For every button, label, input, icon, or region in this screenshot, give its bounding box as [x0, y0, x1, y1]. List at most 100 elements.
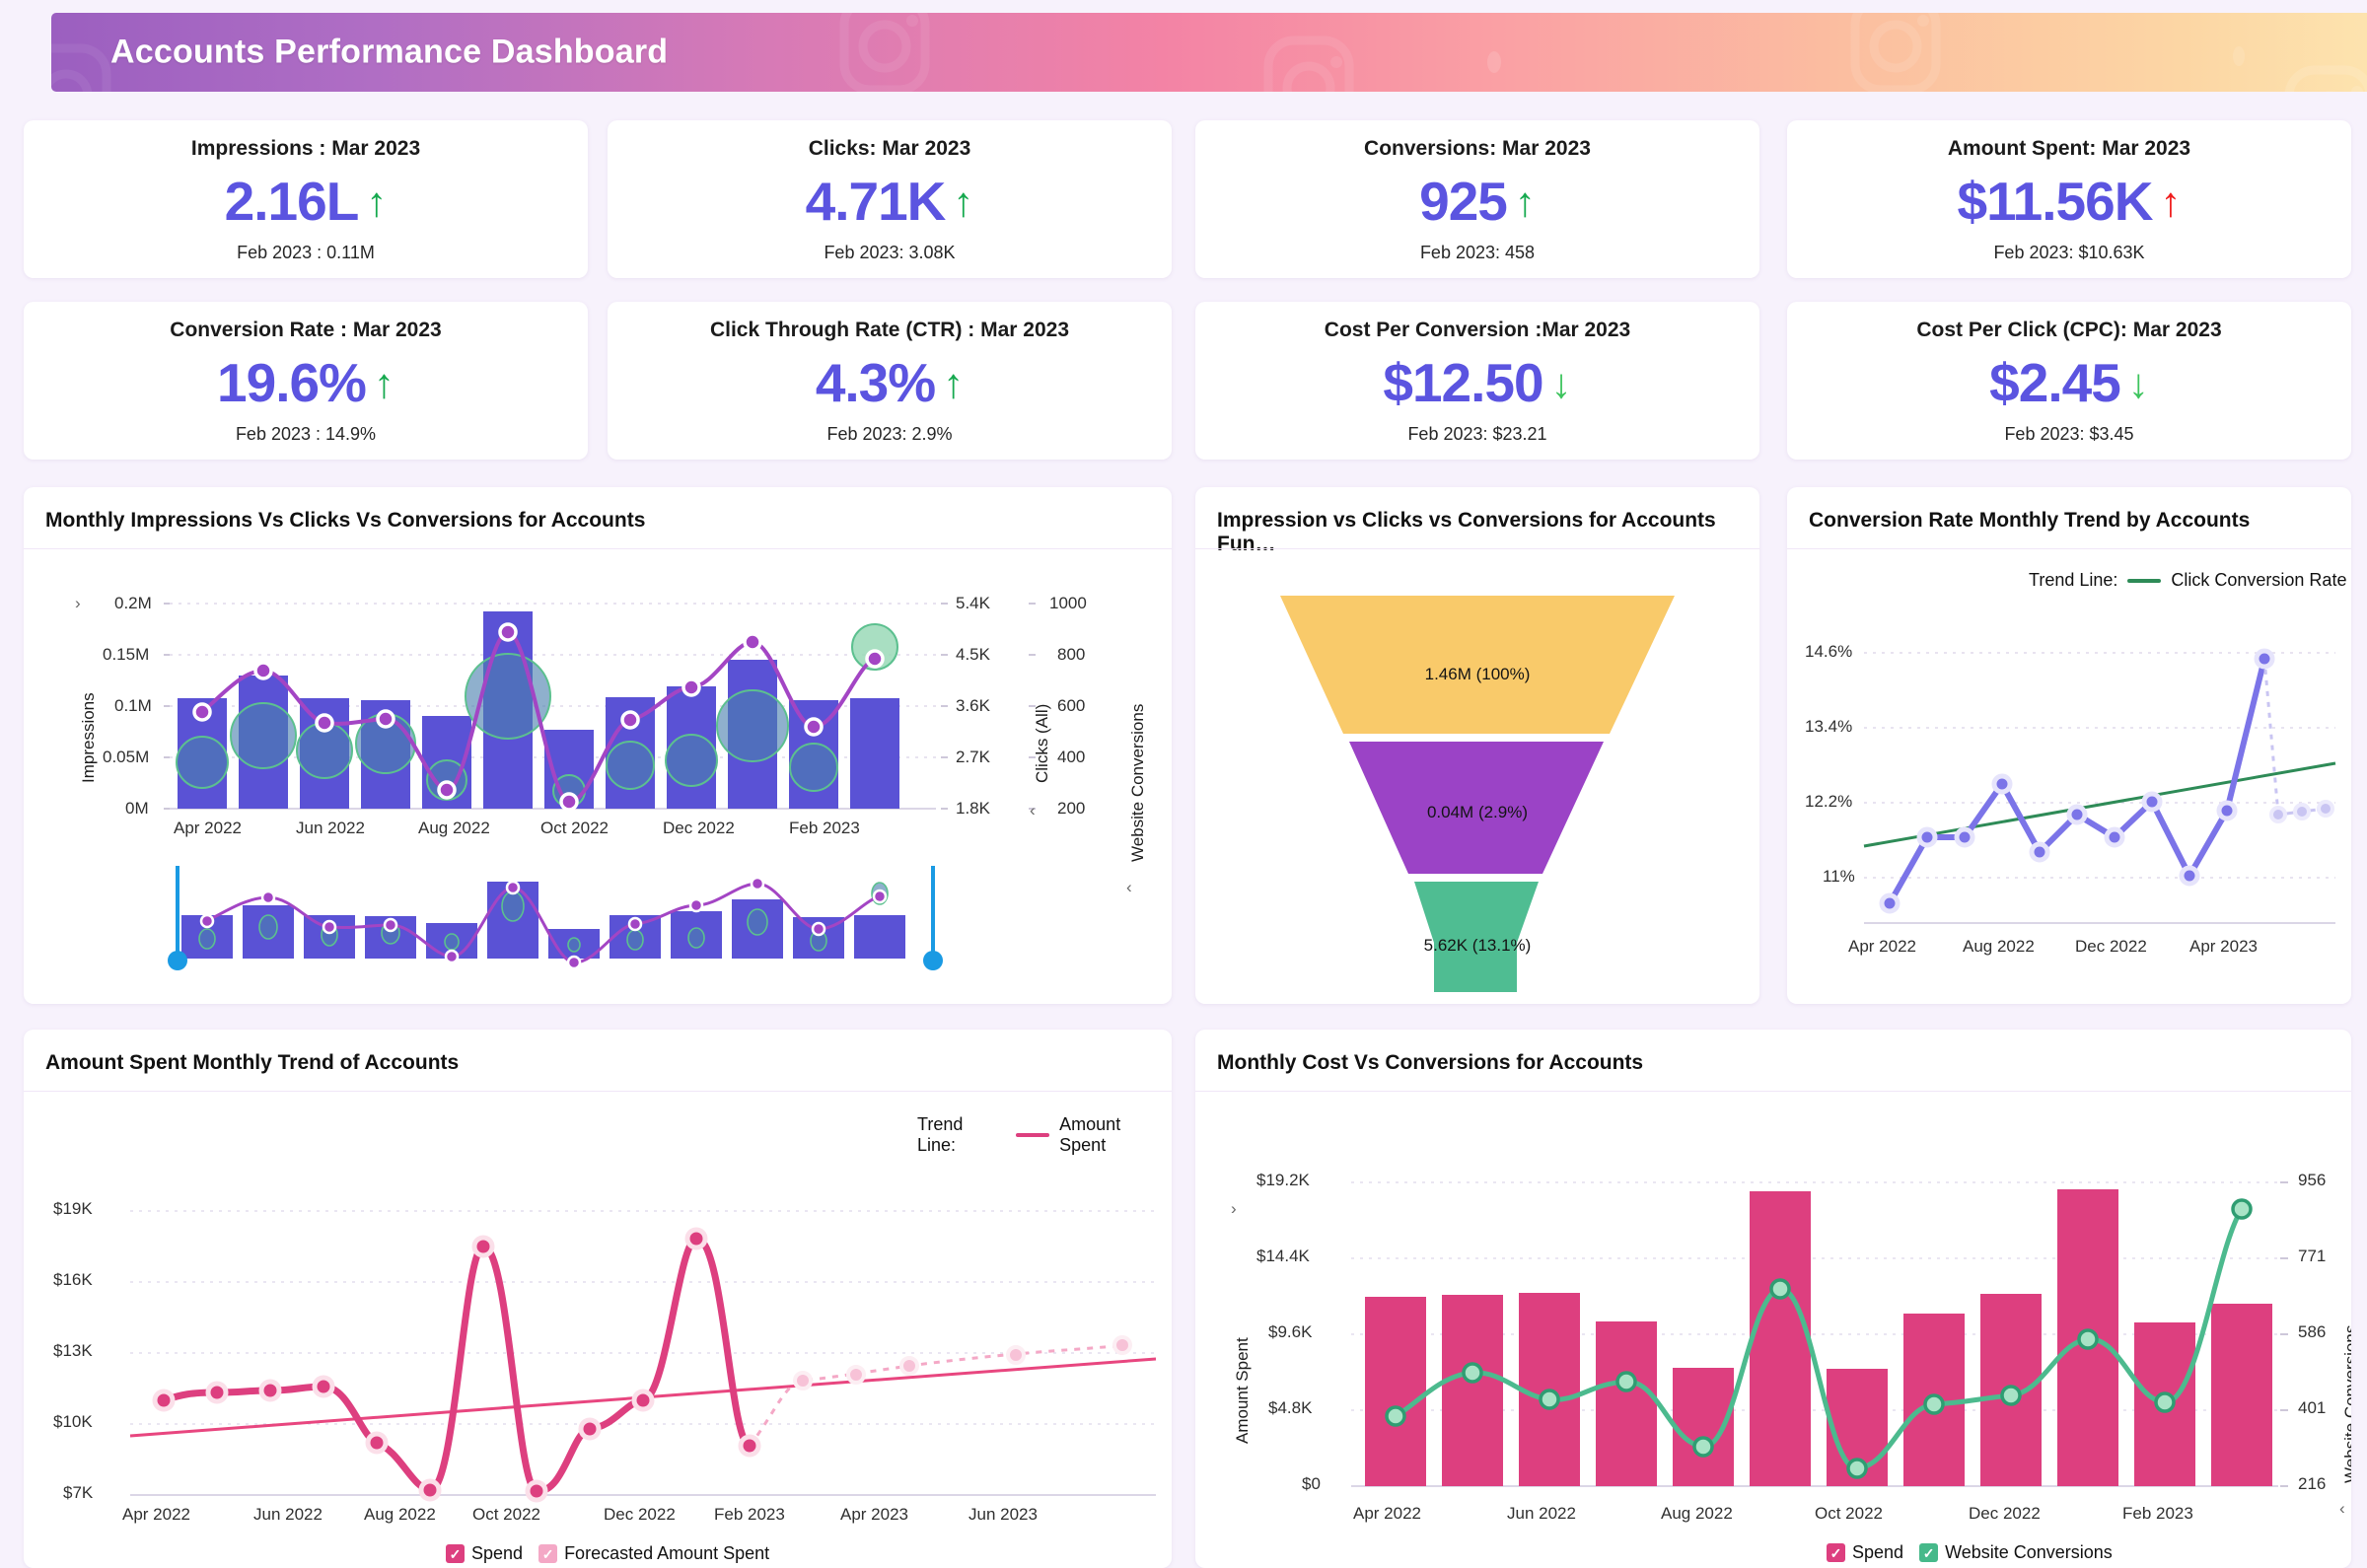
spend-chart[interactable]: [24, 1091, 1172, 1554]
combo-yaxis-title-clicks: Clicks (All): [1033, 704, 1052, 783]
legend-item-website-conversions[interactable]: ✓ Website Conversions: [1919, 1542, 2113, 1563]
spend-ytick-1: $10K: [53, 1412, 93, 1432]
cc-ytick-2: $9.6K: [1268, 1322, 1312, 1342]
kpi-value: $11.56K: [1958, 175, 2153, 229]
legend-item-spend[interactable]: ✓ Spend: [1827, 1542, 1903, 1563]
cvr-ytick-3: 14.6%: [1805, 642, 1852, 662]
range-slider-handle-right[interactable]: [923, 951, 943, 970]
instagram-icon: [1255, 27, 1363, 92]
legend-label: Website Conversions: [1945, 1542, 2113, 1563]
chevron-left-icon[interactable]: ‹: [1126, 878, 1132, 897]
trend-up-icon: ↑: [2160, 181, 2181, 223]
panel-amount-spent-trend: Amount Spent Monthly Trend of Accounts: [24, 1030, 1172, 1568]
cc-xtick-1: Jun 2022: [1507, 1504, 1576, 1524]
kpi-comparison: Feb 2023: 458: [1420, 243, 1535, 263]
kpi-card-clicks[interactable]: Clicks: Mar 2023 4.71K ↑ Feb 2023: 3.08K: [608, 120, 1172, 278]
combo-mid-tick-2: 3.6K: [956, 696, 990, 716]
kpi-value: 4.71K: [806, 175, 946, 229]
cvr-chart[interactable]: [1787, 550, 2351, 984]
cost-conversions-chart[interactable]: [1195, 1091, 2351, 1554]
cc-xtick-2: Aug 2022: [1661, 1504, 1733, 1524]
cvr-xtick-1: Aug 2022: [1963, 937, 2035, 957]
kpi-value-row: $2.45 ↓: [1989, 356, 2149, 410]
kpi-value: 4.3%: [816, 356, 935, 410]
bar[interactable]: [1596, 1321, 1657, 1486]
kpi-title: Impressions : Mar 2023: [191, 137, 420, 161]
legend-label: Forecasted Amount Spent: [564, 1543, 769, 1564]
combo-ytick-4: 0M: [125, 799, 149, 819]
chevron-left-icon[interactable]: ‹: [1030, 801, 1036, 820]
kpi-title: Click Through Rate (CTR) : Mar 2023: [710, 319, 1069, 342]
combo-ytick-2: 0.1M: [114, 696, 152, 716]
kpi-card-cpc[interactable]: Cost Per Click (CPC): Mar 2023 $2.45 ↓ F…: [1787, 302, 2351, 460]
combo-chart[interactable]: [24, 548, 1172, 1002]
cvr-xtick-3: Apr 2023: [2189, 937, 2258, 957]
trend-down-icon: ↓: [1551, 363, 1572, 404]
dot-icon: [1481, 42, 1507, 82]
kpi-value: 925: [1419, 175, 1507, 229]
range-slider-handle-left[interactable]: [168, 951, 187, 970]
kpi-value: $2.45: [1989, 356, 2120, 410]
panel-monthly-cost-vs-conversions: Monthly Cost Vs Conversions for Accounts: [1195, 1030, 2351, 1568]
kpi-card-ctr[interactable]: Click Through Rate (CTR) : Mar 2023 4.3%…: [608, 302, 1172, 460]
spend-xtick-0: Apr 2022: [122, 1505, 190, 1525]
combo-right-tick-3: 800: [1057, 645, 1085, 665]
panel-conversion-rate-trend: Conversion Rate Monthly Trend by Account…: [1787, 487, 2351, 1004]
cvr-ytick-2: 13.4%: [1805, 717, 1852, 737]
check-icon: ✓: [538, 1544, 557, 1563]
funnel-chart[interactable]: [1195, 548, 1759, 1002]
trend-up-icon: ↑: [366, 181, 387, 223]
bar[interactable]: [1365, 1297, 1426, 1486]
combo-right-tick-2: 600: [1057, 696, 1085, 716]
kpi-value-row: $12.50 ↓: [1383, 356, 1571, 410]
kpi-card-amount-spent[interactable]: Amount Spent: Mar 2023 $11.56K ↑ Feb 202…: [1787, 120, 2351, 278]
spend-xtick-1: Jun 2022: [253, 1505, 323, 1525]
cc-right-tick-2: 586: [2298, 1322, 2326, 1342]
combo-mid-tick-4: 5.4K: [956, 594, 990, 613]
kpi-title: Cost Per Click (CPC): Mar 2023: [1916, 319, 2221, 342]
trend-up-icon: ↑: [1515, 181, 1536, 223]
funnel-stage-3-label: 5.62K (13.1%): [1195, 936, 1759, 956]
bar[interactable]: [1442, 1295, 1503, 1486]
combo-right-tick-0: 200: [1057, 799, 1085, 819]
cc-xtick-0: Apr 2022: [1353, 1504, 1421, 1524]
combo-right-tick-4: 1000: [1049, 594, 1087, 613]
panel-title: Monthly Impressions Vs Clicks Vs Convers…: [24, 487, 1172, 533]
spend-xtick-2: Aug 2022: [364, 1505, 436, 1525]
trend-down-icon: ↓: [2128, 363, 2149, 404]
chevron-left-icon[interactable]: ‹: [2339, 1499, 2345, 1519]
cvr-xtick-0: Apr 2022: [1848, 937, 1916, 957]
combo-xtick-3: Oct 2022: [540, 819, 609, 838]
combo-right-tick-1: 400: [1057, 748, 1085, 767]
kpi-value: 2.16L: [225, 175, 359, 229]
spend-trend-legend: Trend Line: Amount Spent: [917, 1114, 1172, 1156]
bar[interactable]: [1750, 1191, 1811, 1486]
combo-mid-tick-1: 2.7K: [956, 748, 990, 767]
bar[interactable]: [2211, 1304, 2272, 1486]
page-title: Accounts Performance Dashboard: [110, 34, 668, 72]
spend-xtick-4: Dec 2022: [604, 1505, 676, 1525]
chevron-down-icon[interactable]: ›: [1231, 1199, 1237, 1219]
kpi-card-cost-per-conversion[interactable]: Cost Per Conversion :Mar 2023 $12.50 ↓ F…: [1195, 302, 1759, 460]
legend-item-forecasted-amount-spent[interactable]: ✓ Forecasted Amount Spent: [538, 1543, 769, 1564]
spend-ytick-3: $16K: [53, 1270, 93, 1290]
chevron-down-icon[interactable]: ›: [75, 594, 81, 613]
trend-up-icon: ↑: [943, 363, 964, 404]
kpi-card-impressions[interactable]: Impressions : Mar 2023 2.16L ↑ Feb 2023 …: [24, 120, 588, 278]
kpi-comparison: Feb 2023 : 0.11M: [237, 243, 375, 263]
kpi-card-conversions[interactable]: Conversions: Mar 2023 925 ↑ Feb 2023: 45…: [1195, 120, 1759, 278]
funnel-stage-2-label: 0.04M (2.9%): [1195, 803, 1759, 822]
trend-line-prefix: Trend Line:: [917, 1114, 1006, 1156]
trend-line-swatch: [1016, 1133, 1049, 1137]
kpi-card-conversion-rate[interactable]: Conversion Rate : Mar 2023 19.6% ↑ Feb 2…: [24, 302, 588, 460]
cc-yaxis-title-conversions: Website Conversions: [2341, 1325, 2351, 1483]
trend-up-icon: ↑: [374, 363, 394, 404]
spend-ytick-4: $19K: [53, 1199, 93, 1219]
combo-xtick-1: Jun 2022: [296, 819, 365, 838]
panel-title: Amount Spent Monthly Trend of Accounts: [24, 1030, 1172, 1075]
legend-item-spend[interactable]: ✓ Spend: [446, 1543, 523, 1564]
kpi-value-row: 19.6% ↑: [217, 356, 394, 410]
kpi-value-row: 4.71K ↑: [806, 175, 974, 229]
panel-title: Conversion Rate Monthly Trend by Account…: [1787, 487, 2351, 533]
spend-xtick-6: Apr 2023: [840, 1505, 908, 1525]
